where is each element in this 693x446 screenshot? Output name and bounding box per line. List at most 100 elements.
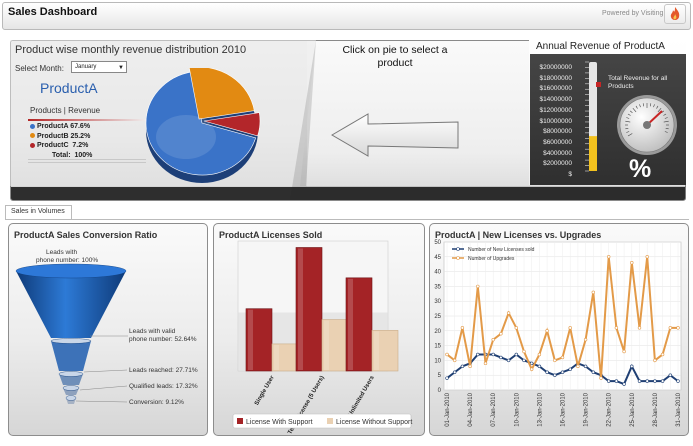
funnel-label-line: Leads with valid bbox=[129, 328, 176, 335]
data-point[interactable] bbox=[499, 332, 503, 336]
data-point[interactable] bbox=[568, 326, 572, 330]
data-point[interactable] bbox=[568, 367, 572, 371]
data-point[interactable] bbox=[668, 373, 673, 377]
data-point[interactable] bbox=[476, 284, 480, 289]
data-point[interactable] bbox=[491, 352, 495, 357]
x-tick-label: 25-Jan-2010 bbox=[630, 392, 636, 426]
dashboard-header bbox=[2, 2, 691, 30]
data-point[interactable] bbox=[583, 364, 588, 369]
conversion-funnel-chart[interactable]: Leads with phone number: 100% Leads with v… bbox=[8, 223, 208, 436]
data-point[interactable] bbox=[676, 326, 680, 330]
data-point[interactable] bbox=[445, 352, 449, 357]
data-point[interactable] bbox=[660, 352, 665, 357]
gauge-title: Annual Revenue of ProductA bbox=[536, 41, 665, 52]
data-point[interactable] bbox=[529, 361, 534, 366]
legend-item[interactable]: ProductC 7.2% bbox=[30, 141, 92, 151]
data-point[interactable] bbox=[468, 364, 472, 369]
data-point[interactable] bbox=[676, 379, 680, 383]
month-select[interactable]: January ▼ bbox=[71, 61, 127, 73]
data-point[interactable] bbox=[576, 364, 580, 369]
bar-highlight bbox=[274, 344, 279, 370]
data-point[interactable] bbox=[529, 367, 534, 371]
data-point[interactable] bbox=[522, 349, 526, 354]
data-point[interactable] bbox=[645, 255, 649, 259]
legend-header: Products | Revenue bbox=[30, 106, 101, 115]
data-point[interactable] bbox=[560, 370, 565, 374]
data-point[interactable] bbox=[499, 355, 503, 360]
gauge-legend-label: Total Revenue for all Products bbox=[608, 75, 668, 90]
data-point[interactable] bbox=[476, 352, 480, 357]
data-point[interactable] bbox=[545, 370, 549, 374]
data-point[interactable] bbox=[668, 326, 673, 330]
data-point[interactable] bbox=[599, 376, 603, 380]
y-tick-label: 40 bbox=[434, 270, 441, 276]
data-point[interactable] bbox=[622, 382, 626, 386]
data-point[interactable] bbox=[522, 358, 526, 363]
tab-divider bbox=[5, 219, 689, 220]
funnel-stage[interactable] bbox=[16, 271, 126, 338]
data-point[interactable] bbox=[453, 370, 457, 374]
pie-gloss bbox=[156, 115, 216, 159]
data-point[interactable] bbox=[545, 329, 549, 333]
data-point[interactable] bbox=[591, 370, 596, 374]
category-label: Single User bbox=[254, 374, 276, 406]
data-point[interactable] bbox=[553, 358, 557, 363]
bar-highlight bbox=[298, 248, 303, 370]
data-point[interactable] bbox=[637, 379, 642, 383]
data-point[interactable] bbox=[553, 373, 557, 377]
funnel-label-line: phone number: 100% bbox=[36, 257, 98, 264]
data-point[interactable] bbox=[491, 337, 495, 342]
data-point[interactable] bbox=[607, 255, 611, 259]
pie-legend: ProductA 67.6% ProductB 25.2% ProductC 7… bbox=[30, 122, 92, 160]
data-point[interactable] bbox=[630, 261, 634, 265]
funnel-stage-top bbox=[50, 338, 92, 344]
x-tick-label: 01-Jan-2010 bbox=[445, 392, 451, 426]
data-point[interactable] bbox=[560, 355, 565, 360]
pie-slice-productb[interactable] bbox=[189, 68, 255, 120]
dial-gauge bbox=[617, 95, 677, 155]
data-point[interactable] bbox=[537, 352, 542, 357]
funnel-stage[interactable] bbox=[51, 341, 91, 371]
revenue-pie-chart[interactable] bbox=[140, 68, 270, 193]
legend-dot-icon bbox=[30, 133, 35, 139]
data-point[interactable] bbox=[514, 326, 519, 330]
data-point[interactable] bbox=[630, 364, 634, 369]
x-tick-label: 13-Jan-2010 bbox=[537, 392, 543, 426]
thermometer-fill bbox=[589, 136, 597, 171]
data-point[interactable] bbox=[583, 337, 588, 342]
data-point[interactable] bbox=[460, 364, 465, 369]
data-point[interactable] bbox=[653, 379, 657, 383]
funnel-label-line: Leads with bbox=[46, 249, 77, 256]
legend-item[interactable]: ProductA 67.6% bbox=[30, 122, 92, 132]
data-point[interactable] bbox=[607, 379, 611, 383]
x-tick-label: 04-Jan-2010 bbox=[468, 392, 474, 426]
data-point[interactable] bbox=[460, 326, 465, 330]
licenses-bar-chart[interactable]: Single User Team License (5 Users) Unlimit… bbox=[213, 223, 425, 436]
data-point[interactable] bbox=[506, 311, 511, 315]
data-point[interactable] bbox=[537, 364, 542, 369]
licenses-line-chart[interactable]: 0 5 10 15 20 25 30 35 40 45 50 Number of New Licens… bbox=[429, 223, 689, 436]
data-point[interactable] bbox=[622, 349, 626, 354]
x-tick-label: 10-Jan-2010 bbox=[514, 392, 520, 426]
data-point[interactable] bbox=[614, 379, 619, 383]
y-tick-label: 50 bbox=[434, 240, 441, 246]
data-point[interactable] bbox=[614, 326, 619, 330]
data-point[interactable] bbox=[483, 361, 488, 366]
month-select-value: January bbox=[75, 64, 97, 70]
legend-swatch bbox=[237, 418, 243, 424]
data-point[interactable] bbox=[591, 290, 596, 295]
data-point[interactable] bbox=[637, 326, 642, 330]
data-point[interactable] bbox=[660, 379, 665, 383]
data-point[interactable] bbox=[653, 358, 657, 363]
legend-item[interactable]: ProductB 25.2% bbox=[30, 132, 92, 142]
data-point[interactable] bbox=[453, 358, 457, 363]
y-tick-label: 35 bbox=[434, 284, 441, 290]
data-point[interactable] bbox=[506, 358, 511, 363]
tab-sales-in-volumes[interactable]: Sales in Volumes bbox=[5, 205, 72, 219]
data-point[interactable] bbox=[445, 376, 449, 380]
data-point[interactable] bbox=[514, 352, 519, 357]
funnel-label-line: phone number: 52.64% bbox=[129, 336, 197, 343]
legend-stripes bbox=[28, 159, 146, 165]
funnel-stage-label: Leads with phone number: 100% bbox=[36, 249, 98, 264]
data-point[interactable] bbox=[645, 379, 649, 383]
